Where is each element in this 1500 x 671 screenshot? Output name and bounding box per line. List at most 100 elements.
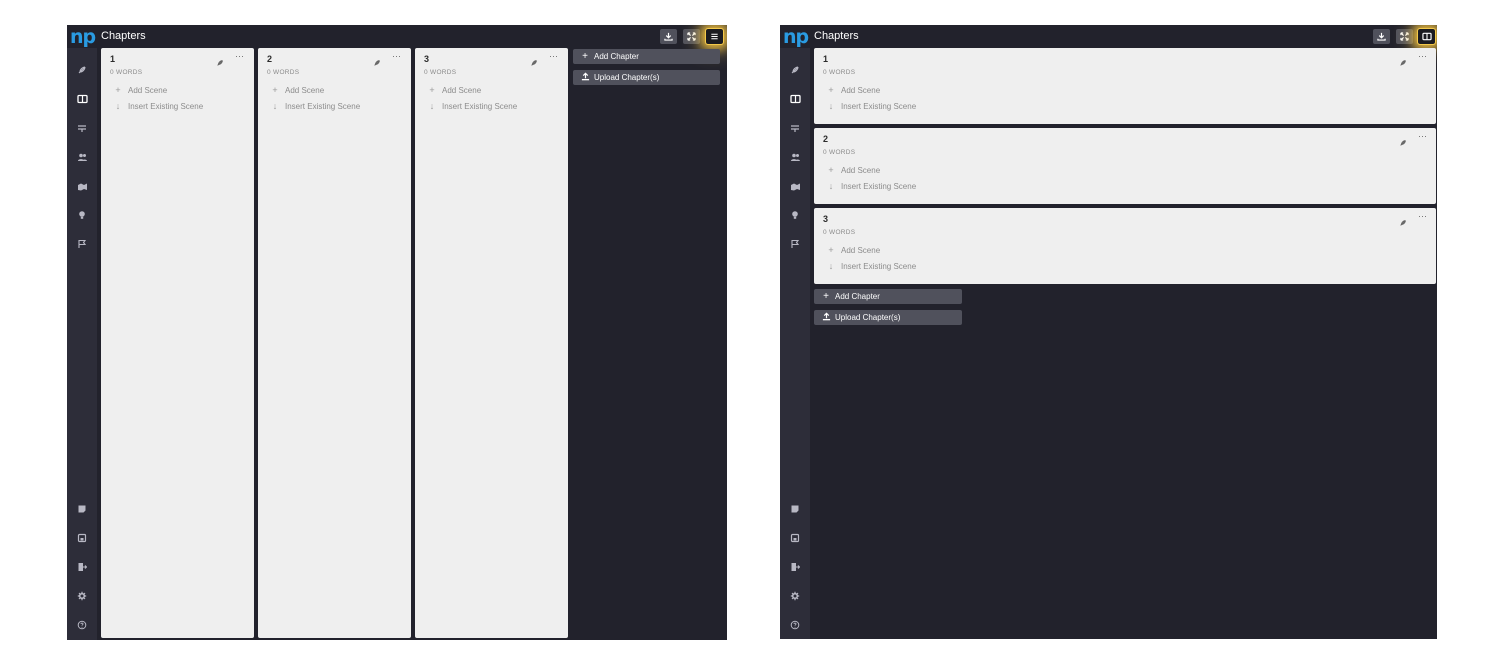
plus-icon: +	[582, 51, 588, 62]
chapter-word-count: 0 WORDS	[823, 69, 856, 76]
plus-icon: +	[115, 85, 121, 95]
characters-icon[interactable]	[789, 151, 801, 163]
edit-chapter-icon[interactable]	[216, 54, 224, 72]
ideas-icon[interactable]	[76, 209, 88, 221]
edit-chapter-icon[interactable]	[530, 54, 538, 72]
export-icon[interactable]	[789, 561, 801, 573]
chapter-row[interactable]: 2 ··· 0 WORDS + Add Scene ↓ Insert Existin…	[814, 128, 1436, 204]
insert-existing-scene-button[interactable]: ↓ Insert Existing Scene	[271, 101, 360, 111]
add-chapter-button[interactable]: + Add Chapter	[573, 49, 720, 64]
locations-icon[interactable]	[789, 180, 801, 192]
help-icon[interactable]	[789, 619, 801, 631]
board-view-icon	[1421, 32, 1432, 41]
fullscreen-icon	[687, 32, 696, 41]
help-icon[interactable]	[76, 619, 88, 631]
save-icon[interactable]	[76, 532, 88, 544]
chapter-column[interactable]: 2 ··· 0 WORDS + Add Scene ↓ Insert Existin…	[258, 48, 411, 638]
add-chapter-button[interactable]: + Add Chapter	[814, 289, 962, 304]
edit-chapter-icon[interactable]	[1399, 54, 1407, 72]
chapter-row[interactable]: 3 ··· 0 WORDS + Add Scene ↓ Insert Existin…	[814, 208, 1436, 284]
notes-icon[interactable]	[789, 503, 801, 515]
chapter-menu-icon[interactable]: ···	[1418, 52, 1427, 61]
edit-chapter-icon[interactable]	[1399, 214, 1407, 232]
app-window-board: np Chapters 1 ··· 0 WORDS + Add Scene ↓ In…	[67, 25, 727, 640]
chapter-menu-icon[interactable]: ···	[549, 52, 558, 61]
insert-existing-scene-button[interactable]: ↓ Insert Existing Scene	[827, 261, 916, 271]
app-logo[interactable]: np	[783, 27, 809, 49]
notes-icon[interactable]	[76, 503, 88, 515]
add-scene-button[interactable]: + Add Scene	[827, 245, 880, 255]
quill-icon[interactable]	[789, 64, 801, 76]
add-scene-button[interactable]: + Add Scene	[827, 165, 880, 175]
arrow-down-icon: ↓	[115, 101, 121, 111]
insert-existing-scene-button[interactable]: ↓ Insert Existing Scene	[827, 101, 916, 111]
flag-icon[interactable]	[76, 238, 88, 250]
list-view-icon	[710, 32, 719, 41]
chapter-column[interactable]: 1 ··· 0 WORDS + Add Scene ↓ Insert Existin…	[101, 48, 254, 638]
arrow-down-icon: ↓	[828, 101, 834, 111]
page-title: Chapters	[101, 30, 146, 42]
plot-icon[interactable]	[789, 122, 801, 134]
edit-chapter-icon[interactable]	[1399, 134, 1407, 152]
add-scene-button[interactable]: + Add Scene	[428, 85, 481, 95]
download-icon	[664, 32, 673, 41]
export-icon[interactable]	[76, 561, 88, 573]
upload-chapters-button[interactable]: Upload Chapter(s)	[573, 70, 720, 85]
chapter-number: 3	[823, 214, 829, 224]
plus-icon: +	[828, 245, 834, 255]
arrow-down-icon: ↓	[429, 101, 435, 111]
sidebar	[67, 48, 97, 640]
arrow-down-icon: ↓	[272, 101, 278, 111]
download-button[interactable]	[1373, 29, 1390, 44]
ideas-icon[interactable]	[789, 209, 801, 221]
chapter-word-count: 0 WORDS	[110, 69, 143, 76]
plus-icon: +	[272, 85, 278, 95]
fullscreen-button[interactable]	[1396, 29, 1413, 44]
save-icon[interactable]	[789, 532, 801, 544]
list-view-button[interactable]	[705, 28, 724, 45]
insert-existing-scene-button[interactable]: ↓ Insert Existing Scene	[827, 181, 916, 191]
chapters-icon[interactable]	[789, 93, 801, 105]
insert-existing-scene-button[interactable]: ↓ Insert Existing Scene	[428, 101, 517, 111]
plus-icon: +	[823, 291, 829, 302]
plot-icon[interactable]	[76, 122, 88, 134]
sidebar	[780, 48, 810, 639]
chapter-word-count: 0 WORDS	[424, 69, 457, 76]
page-title: Chapters	[814, 30, 859, 42]
arrow-down-icon: ↓	[828, 181, 834, 191]
top-bar: np Chapters	[780, 25, 1437, 48]
download-icon	[1377, 32, 1386, 41]
fullscreen-button[interactable]	[683, 29, 700, 44]
chapter-word-count: 0 WORDS	[823, 229, 856, 236]
chapters-icon[interactable]	[76, 93, 88, 105]
settings-icon[interactable]	[789, 590, 801, 602]
chapter-menu-icon[interactable]: ···	[392, 52, 401, 61]
chapter-word-count: 0 WORDS	[823, 149, 856, 156]
upload-chapters-button[interactable]: Upload Chapter(s)	[814, 310, 962, 325]
add-scene-button[interactable]: + Add Scene	[114, 85, 167, 95]
settings-icon[interactable]	[76, 590, 88, 602]
plus-icon: +	[828, 85, 834, 95]
fullscreen-icon	[1400, 32, 1409, 41]
plus-icon: +	[429, 85, 435, 95]
download-button[interactable]	[660, 29, 677, 44]
upload-icon	[821, 312, 831, 324]
chapter-column[interactable]: 3 ··· 0 WORDS + Add Scene ↓ Insert Existin…	[415, 48, 568, 638]
flag-icon[interactable]	[789, 238, 801, 250]
edit-chapter-icon[interactable]	[373, 54, 381, 72]
chapter-menu-icon[interactable]: ···	[1418, 132, 1427, 141]
quill-icon[interactable]	[76, 64, 88, 76]
chapter-number: 2	[823, 134, 829, 144]
add-scene-button[interactable]: + Add Scene	[827, 85, 880, 95]
chapter-number: 2	[267, 54, 273, 64]
add-scene-button[interactable]: + Add Scene	[271, 85, 324, 95]
chapter-menu-icon[interactable]: ···	[1418, 212, 1427, 221]
board-view-button[interactable]	[1417, 28, 1436, 45]
app-logo[interactable]: np	[70, 27, 96, 49]
chapter-menu-icon[interactable]: ···	[235, 52, 244, 61]
locations-icon[interactable]	[76, 180, 88, 192]
characters-icon[interactable]	[76, 151, 88, 163]
app-window-list: np Chapters 1 ··· 0 WORDS + Add Scene ↓ In…	[780, 25, 1437, 639]
insert-existing-scene-button[interactable]: ↓ Insert Existing Scene	[114, 101, 203, 111]
chapter-row[interactable]: 1 ··· 0 WORDS + Add Scene ↓ Insert Existin…	[814, 48, 1436, 124]
